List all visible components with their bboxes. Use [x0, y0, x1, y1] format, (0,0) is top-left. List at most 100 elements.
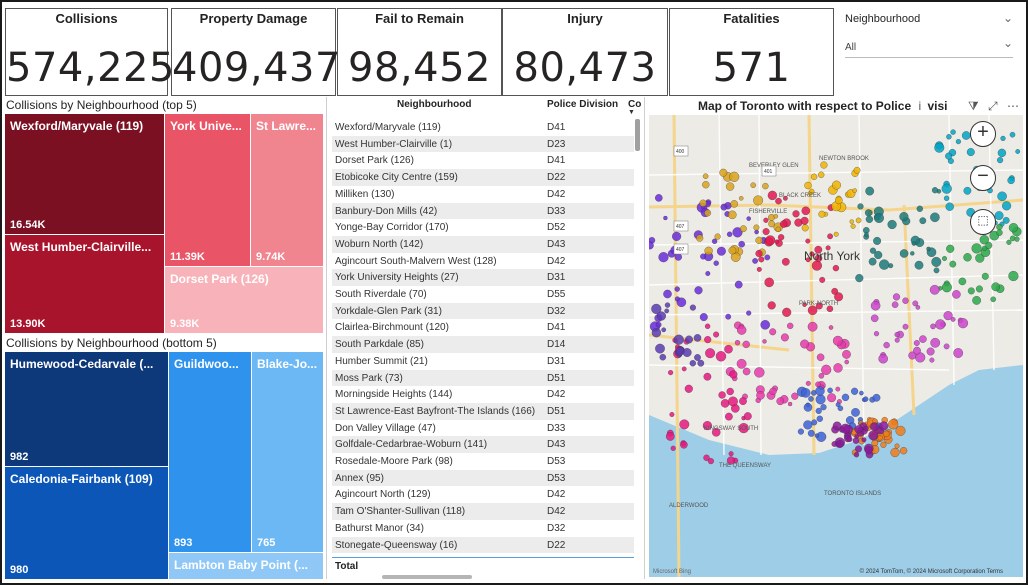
collision-point[interactable]: [702, 173, 709, 179]
collision-point[interactable]: [767, 190, 778, 201]
table-row[interactable]: Don Valley Village (47) D33: [332, 420, 634, 437]
collision-point[interactable]: [853, 166, 861, 174]
kpi-property-damage-card[interactable]: Property Damage 409,437: [171, 8, 340, 96]
collision-point[interactable]: [655, 321, 662, 328]
collision-point[interactable]: [782, 307, 792, 317]
collision-point[interactable]: [883, 341, 890, 349]
collision-point[interactable]: [855, 217, 862, 224]
collision-point[interactable]: [864, 209, 873, 217]
collision-point[interactable]: [997, 157, 1004, 164]
collision-point[interactable]: [832, 180, 841, 190]
collision-point[interactable]: [926, 347, 935, 356]
collision-point[interactable]: [1007, 176, 1015, 185]
kpi-fail-to-remain-card[interactable]: Fail to Remain 98,452: [337, 8, 502, 96]
collision-point[interactable]: [651, 328, 662, 338]
collision-point[interactable]: [941, 282, 952, 293]
collision-point[interactable]: [833, 363, 843, 373]
collision-point[interactable]: [913, 346, 921, 355]
collision-point[interactable]: [720, 399, 730, 408]
collision-point[interactable]: [801, 206, 811, 216]
collision-point[interactable]: [851, 408, 860, 417]
zoom-in-button[interactable]: +: [970, 121, 996, 147]
collision-point[interactable]: [728, 451, 734, 457]
collision-point[interactable]: [777, 234, 785, 241]
collision-point[interactable]: [754, 229, 759, 235]
collision-point[interactable]: [791, 392, 799, 400]
collision-point[interactable]: [705, 348, 716, 359]
map-attribution[interactable]: © 2024 TomTom, © 2024 Microsoft Corporat…: [860, 569, 1003, 575]
collision-point[interactable]: [669, 412, 675, 417]
collision-point[interactable]: [755, 249, 763, 258]
more-options-icon[interactable]: ⋯: [1007, 99, 1019, 113]
collision-point[interactable]: [929, 284, 940, 295]
collision-point[interactable]: [742, 340, 750, 349]
collision-point[interactable]: [972, 296, 981, 305]
collision-point[interactable]: [689, 360, 696, 367]
collision-point[interactable]: [703, 372, 712, 381]
collision-point[interactable]: [931, 256, 942, 267]
collision-point[interactable]: [870, 300, 881, 311]
collision-point[interactable]: [718, 391, 726, 399]
collision-point[interactable]: [849, 219, 854, 224]
kpi-fatalities-card[interactable]: Fatalities 571: [669, 8, 834, 96]
collision-point[interactable]: [769, 387, 777, 396]
table-row[interactable]: Morningside Heights (144) D42: [332, 386, 634, 403]
collision-point[interactable]: [755, 236, 763, 245]
collision-point[interactable]: [819, 276, 826, 283]
collision-point[interactable]: [945, 202, 954, 211]
collision-point[interactable]: [912, 300, 919, 307]
collision-point[interactable]: [854, 425, 863, 434]
collision-point[interactable]: [655, 343, 665, 354]
collision-point[interactable]: [769, 328, 777, 336]
collision-point[interactable]: [699, 199, 707, 207]
collision-point[interactable]: [894, 337, 900, 343]
collision-point[interactable]: [775, 226, 781, 232]
collision-point[interactable]: [738, 240, 745, 248]
collision-point[interactable]: [684, 384, 693, 393]
collision-point[interactable]: [854, 434, 859, 439]
table-horizontal-scrollbar[interactable]: [382, 575, 472, 579]
collision-point[interactable]: [659, 353, 667, 361]
collision-point[interactable]: [943, 343, 950, 350]
collision-point[interactable]: [742, 367, 751, 376]
collision-point[interactable]: [967, 287, 975, 295]
collision-point[interactable]: [764, 254, 771, 261]
collision-point[interactable]: [844, 359, 849, 365]
collision-point[interactable]: [693, 334, 702, 342]
collision-point[interactable]: [746, 310, 752, 316]
collision-point[interactable]: [818, 210, 826, 218]
collision-point[interactable]: [864, 446, 873, 455]
collision-point[interactable]: [679, 419, 690, 430]
zoom-out-button[interactable]: −: [970, 165, 996, 191]
table-row[interactable]: Moss Park (73) D51: [332, 369, 634, 387]
collision-point[interactable]: [694, 286, 703, 295]
collision-point[interactable]: [832, 421, 842, 431]
collision-point[interactable]: [725, 412, 733, 421]
collision-point[interactable]: [764, 277, 774, 288]
collision-point[interactable]: [930, 337, 941, 348]
collision-point[interactable]: [1002, 201, 1012, 211]
collision-point[interactable]: [859, 390, 864, 396]
collision-point[interactable]: [864, 232, 869, 237]
table-row[interactable]: St Lawrence-East Bayfront-The Islands (1…: [332, 402, 634, 420]
chevron-down-icon[interactable]: ⌄: [1003, 11, 1013, 25]
collision-point[interactable]: [734, 340, 741, 346]
collision-point[interactable]: [664, 308, 670, 314]
collision-point[interactable]: [834, 292, 844, 302]
treemap-bottom-tile[interactable]: Lambton Baby Point (...: [169, 553, 323, 579]
collision-point[interactable]: [658, 252, 669, 263]
collision-point[interactable]: [899, 447, 908, 455]
collision-point[interactable]: [981, 272, 989, 280]
focus-mode-icon[interactable]: ⤢: [988, 99, 998, 113]
table-row[interactable]: South Riverdale (70) D55: [332, 286, 634, 303]
collision-point[interactable]: [996, 229, 1003, 236]
collision-point[interactable]: [1008, 223, 1019, 233]
collision-point[interactable]: [926, 246, 931, 252]
collision-point[interactable]: [868, 430, 879, 441]
collision-point[interactable]: [949, 260, 957, 268]
collision-point[interactable]: [942, 256, 947, 261]
chevron-down-icon[interactable]: ⌄: [1003, 36, 1013, 50]
collision-point[interactable]: [997, 191, 1007, 202]
collision-point[interactable]: [911, 241, 917, 246]
collision-point[interactable]: [930, 212, 940, 223]
